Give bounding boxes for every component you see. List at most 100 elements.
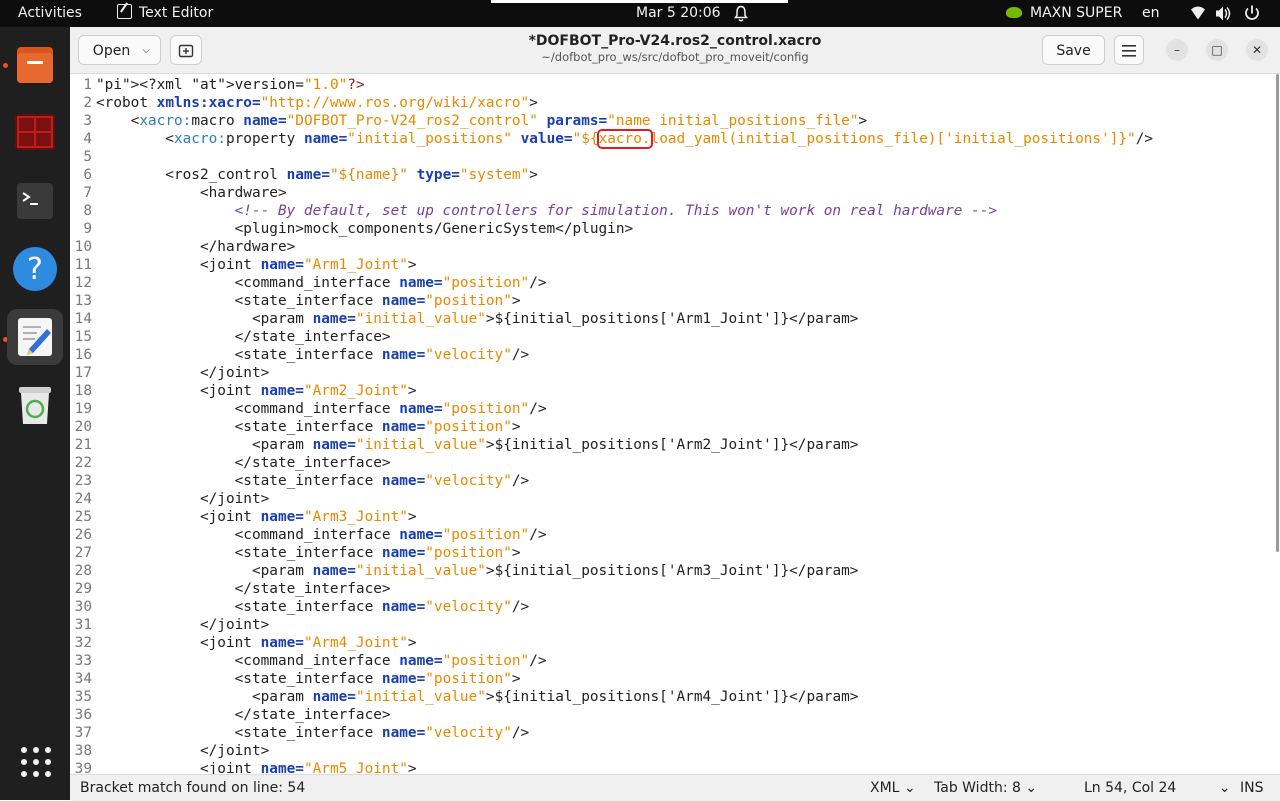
text-view[interactable]: 1 2 3 4 5 6 7 8 9 10 11 12 13 14 15 16 17 18 19 20 21 22 23 24 2… xyxy=(70,74,1280,774)
code-line[interactable]: <state_interface name="velocity"/> xyxy=(96,724,1153,742)
help-icon[interactable]: ? xyxy=(7,241,63,297)
vertical-scrollbar[interactable] xyxy=(1276,74,1279,552)
code-line[interactable]: <command_interface name="position"/> xyxy=(96,526,1153,544)
input-language[interactable]: en xyxy=(1142,0,1160,27)
editor-headerbar: Open ⌵ *DOFBOT_Pro-V24.ros2_control.xacr… xyxy=(70,27,1280,74)
code-line[interactable]: <state_interface name="position"> xyxy=(96,670,1153,688)
line-number: 25 xyxy=(74,509,92,525)
code-line[interactable]: </state_interface> xyxy=(96,580,1153,598)
line-number: 19 xyxy=(74,401,92,417)
code-line[interactable]: <xacro:macro name="DOFBOT_Pro-V24_ros2_c… xyxy=(96,112,1153,130)
code-line[interactable]: <joint name="Arm4_Joint"> xyxy=(96,634,1153,652)
status-bar: Bracket match found on line: 54 XML ⌄ Ta… xyxy=(70,774,1280,801)
code-line[interactable]: </hardware> xyxy=(96,238,1153,256)
cursor-position-selector[interactable]: Ln 54, Col 24 ⌄ xyxy=(1084,775,1231,801)
code-line[interactable]: </joint> xyxy=(96,364,1153,382)
code-line[interactable]: </joint> xyxy=(96,742,1153,760)
code-line[interactable]: </state_interface> xyxy=(96,328,1153,346)
app-menu[interactable]: Text Editor xyxy=(117,0,213,27)
line-number: 29 xyxy=(74,581,92,597)
highlighted-match: xacro. xyxy=(596,129,653,149)
code-line[interactable]: <param name="initial_value">${initial_po… xyxy=(96,436,1153,454)
line-number: 3 xyxy=(83,113,92,129)
close-button[interactable]: ✕ xyxy=(1246,39,1268,61)
code-line[interactable]: </state_interface> xyxy=(96,454,1153,472)
code-line[interactable]: <ros2_control name="${name}" type="syste… xyxy=(96,166,1153,184)
code-area[interactable]: "pi"><?xml "at">version="1.0"?> <robot xm… xyxy=(96,76,1153,774)
system-tray[interactable] xyxy=(1190,0,1270,27)
maximize-button[interactable]: □ xyxy=(1206,39,1228,61)
line-number: 13 xyxy=(74,293,92,309)
code-line[interactable]: </state_interface> xyxy=(96,706,1153,724)
activities-button[interactable]: Activities xyxy=(18,0,82,27)
save-button[interactable]: Save xyxy=(1042,35,1105,65)
terminal-app-icon[interactable] xyxy=(7,105,63,161)
code-line[interactable]: <joint name="Arm3_Joint"> xyxy=(96,508,1153,526)
code-line[interactable]: <hardware> xyxy=(96,184,1153,202)
top-bar: Activities Text Editor Mar 5 20:06 MAXN … xyxy=(0,0,1280,27)
language-selector[interactable]: XML ⌄ xyxy=(870,775,916,801)
document-path: ~/dofbot_pro_ws/src/dofbot_pro_moveit/co… xyxy=(541,50,809,64)
code-line[interactable]: <state_interface name="position"> xyxy=(96,544,1153,562)
code-line[interactable]: <param name="initial_value">${initial_po… xyxy=(96,688,1153,706)
line-number: 30 xyxy=(74,599,92,615)
line-number: 2 xyxy=(83,95,92,111)
new-tab-button[interactable] xyxy=(170,35,202,65)
code-line[interactable]: <state_interface name="velocity"/> xyxy=(96,346,1153,364)
files-icon[interactable] xyxy=(7,37,63,93)
code-line[interactable]: <param name="initial_value">${initial_po… xyxy=(96,310,1153,328)
clock[interactable]: Mar 5 20:06 xyxy=(636,0,721,27)
line-number: 4 xyxy=(83,131,92,147)
line-number: 11 xyxy=(74,257,92,273)
minimize-icon: – xyxy=(1174,43,1180,57)
code-line[interactable]: <joint name="Arm5_Joint"> xyxy=(96,760,1153,774)
window-title-block: *DOFBOT_Pro-V24.ros2_control.xacro ~/dof… xyxy=(450,33,900,64)
code-line[interactable]: <command_interface name="position"/> xyxy=(96,652,1153,670)
code-line[interactable]: <state_interface name="position"> xyxy=(96,292,1153,310)
code-line[interactable]: <robot xmlns:xacro="http://www.ros.org/w… xyxy=(96,94,1153,112)
nvidia-power-mode[interactable]: MAXN SUPER xyxy=(1006,0,1122,27)
line-number: 5 xyxy=(83,149,92,165)
code-line[interactable]: <command_interface name="position"/> xyxy=(96,400,1153,418)
line-number: 32 xyxy=(74,635,92,651)
main-menu-button[interactable] xyxy=(1114,35,1144,65)
line-number: 12 xyxy=(74,275,92,291)
line-number: 1 xyxy=(83,77,92,93)
close-icon: ✕ xyxy=(1251,43,1263,57)
cursor-position-label: Ln 54, Col 24 xyxy=(1084,780,1177,796)
code-line[interactable]: <state_interface name="position"> xyxy=(96,418,1153,436)
code-line[interactable]: <state_interface name="velocity"/> xyxy=(96,472,1153,490)
code-line[interactable]: <joint name="Arm1_Joint"> xyxy=(96,256,1153,274)
code-line[interactable]: <plugin>mock_components/GenericSystem</p… xyxy=(96,220,1153,238)
notification-bell-icon[interactable] xyxy=(734,0,748,27)
code-line[interactable]: <joint name="Arm2_Joint"> xyxy=(96,382,1153,400)
maximize-icon: □ xyxy=(1211,43,1223,57)
code-line[interactable]: ​ xyxy=(96,148,1153,166)
code-line[interactable]: "pi"><?xml "at">version="1.0"?> xyxy=(96,76,1153,94)
open-button[interactable]: Open ⌵ xyxy=(78,35,161,65)
chevron-down-icon: ⌵ xyxy=(142,45,150,56)
line-number: 10 xyxy=(74,239,92,255)
code-line[interactable]: <!-- By default, set up controllers for … xyxy=(96,202,1153,220)
code-line[interactable]: <state_interface name="velocity"/> xyxy=(96,598,1153,616)
code-line[interactable]: <xacro:property name="initial_positions"… xyxy=(96,129,1153,149)
line-number: 7 xyxy=(83,185,92,201)
show-apps-grid-icon[interactable] xyxy=(20,746,52,778)
text-editor-icon[interactable] xyxy=(7,309,63,365)
console-icon[interactable] xyxy=(7,173,63,229)
line-number: 38 xyxy=(74,743,92,759)
wifi-icon xyxy=(1191,6,1205,20)
trash-icon[interactable] xyxy=(7,377,63,433)
minimize-button[interactable]: – xyxy=(1166,39,1188,61)
code-line[interactable]: </joint> xyxy=(96,616,1153,634)
line-number: 9 xyxy=(83,221,92,237)
insert-mode-indicator[interactable]: INS xyxy=(1240,775,1264,801)
line-number: 17 xyxy=(74,365,92,381)
line-number: 39 xyxy=(74,761,92,774)
line-number: 16 xyxy=(74,347,92,363)
code-line[interactable]: </joint> xyxy=(96,490,1153,508)
code-line[interactable]: <param name="initial_value">${initial_po… xyxy=(96,562,1153,580)
tab-width-selector[interactable]: Tab Width: 8 ⌄ xyxy=(934,775,1037,801)
code-line[interactable]: <command_interface name="position"/> xyxy=(96,274,1153,292)
line-number: 36 xyxy=(74,707,92,723)
